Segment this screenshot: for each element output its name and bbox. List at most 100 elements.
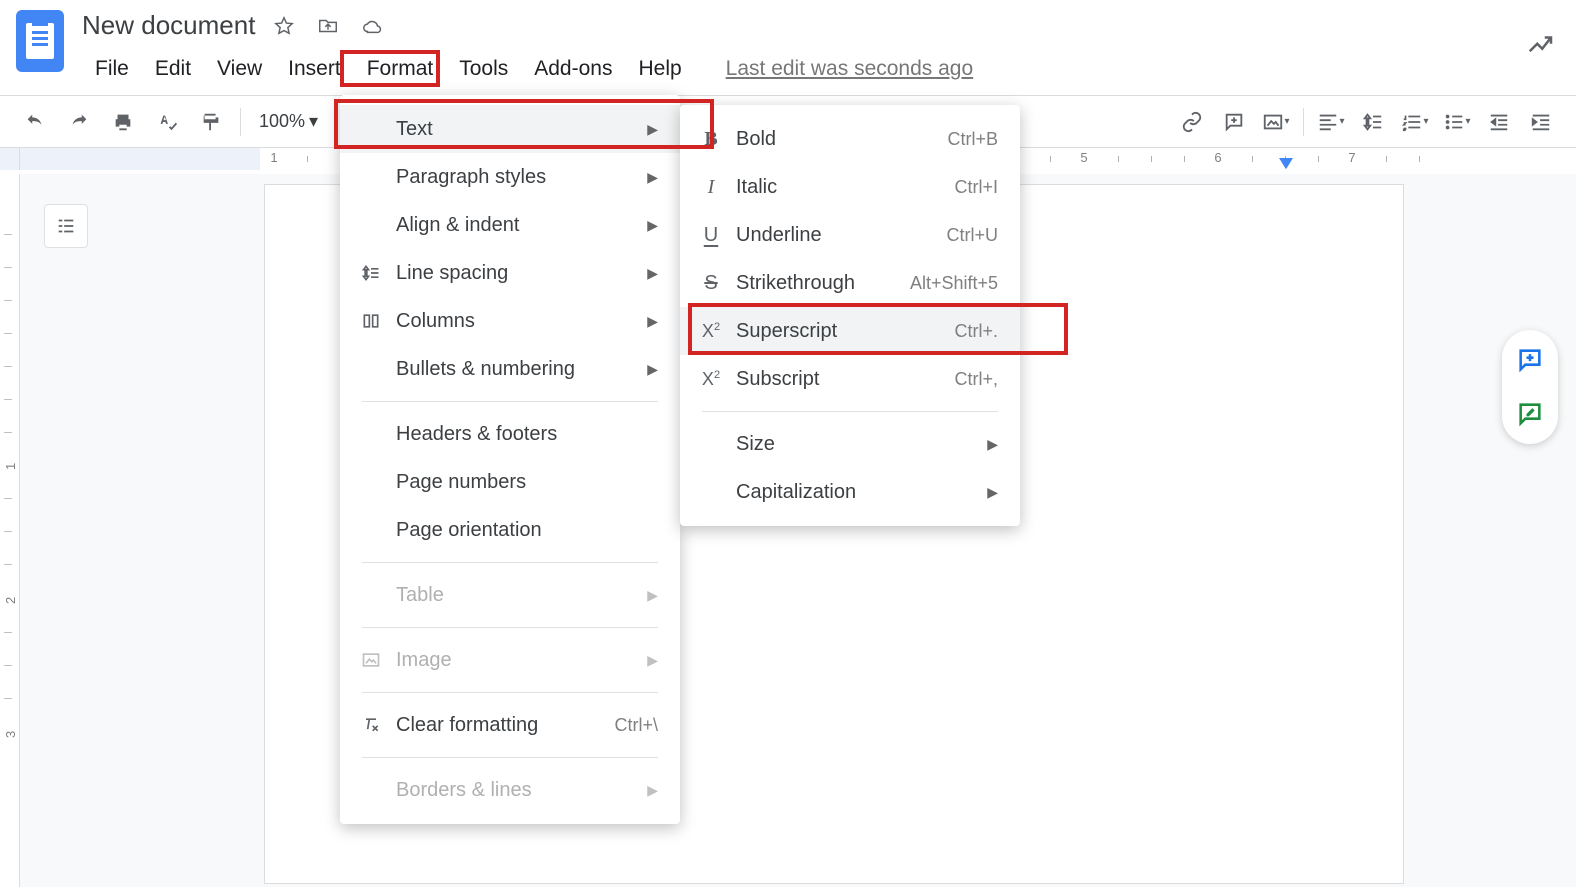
chevron-right-icon: ▶ <box>987 436 998 453</box>
format-text-item[interactable]: Text ▶ <box>340 105 680 153</box>
format-columns-item[interactable]: Columns ▶ <box>340 297 680 345</box>
menu-format[interactable]: Format <box>354 53 447 85</box>
zoom-select[interactable]: 100%▾ <box>253 111 324 132</box>
print-button[interactable] <box>106 105 140 139</box>
menu-label: Subscript <box>736 368 902 391</box>
format-borders-lines-item: Borders & lines ▶ <box>340 766 680 814</box>
italic-icon: I <box>698 176 724 199</box>
bold-icon: B <box>698 128 724 151</box>
line-spacing-button[interactable] <box>1356 105 1390 139</box>
text-superscript-item[interactable]: X2 Superscript Ctrl+. <box>680 307 1020 355</box>
increase-indent-button[interactable] <box>1524 105 1558 139</box>
menu-shortcut: Alt+Shift+5 <box>910 273 998 294</box>
menu-edit[interactable]: Edit <box>142 53 204 85</box>
star-icon[interactable] <box>273 15 295 37</box>
docs-logo[interactable] <box>16 10 64 72</box>
format-paragraph-styles-item[interactable]: Paragraph styles ▶ <box>340 153 680 201</box>
suggest-edits-fab[interactable] <box>1510 394 1550 434</box>
move-icon[interactable] <box>317 15 339 37</box>
menu-insert[interactable]: Insert <box>275 53 354 85</box>
menu-addons[interactable]: Add-ons <box>521 53 625 85</box>
app-header: New document File Edit View Insert Forma… <box>0 0 1576 85</box>
paint-format-button[interactable] <box>194 105 228 139</box>
menu-label: Strikethrough <box>736 272 858 295</box>
text-italic-item[interactable]: I Italic Ctrl+I <box>680 163 1020 211</box>
chevron-right-icon: ▶ <box>647 361 658 378</box>
menu-label: Text <box>396 118 615 141</box>
zoom-value: 100% <box>259 111 305 132</box>
text-submenu: B Bold Ctrl+B I Italic Ctrl+I U Underlin… <box>680 105 1020 526</box>
line-spacing-icon <box>358 263 384 283</box>
ruler-number: 5 <box>1080 150 1087 165</box>
menu-view[interactable]: View <box>204 53 275 85</box>
clear-format-icon <box>358 715 384 735</box>
menu-shortcut: Ctrl+U <box>946 225 998 246</box>
vertical-ruler[interactable]: 1 2 3 <box>0 174 20 887</box>
text-bold-item[interactable]: B Bold Ctrl+B <box>680 115 1020 163</box>
chevron-right-icon: ▶ <box>647 313 658 330</box>
undo-button[interactable] <box>18 105 52 139</box>
chevron-right-icon: ▶ <box>647 782 658 799</box>
vruler-number: 1 <box>3 463 18 470</box>
menu-label: Columns <box>396 310 615 333</box>
format-image-item: Image ▶ <box>340 636 680 684</box>
numbered-list-button[interactable]: ▾ <box>1398 105 1432 139</box>
format-page-orientation-item[interactable]: Page orientation <box>340 506 680 554</box>
subscript-icon: X2 <box>698 369 724 390</box>
format-clear-formatting-item[interactable]: Clear formatting Ctrl+\ <box>340 701 680 749</box>
menu-label: Align & indent <box>396 214 615 237</box>
activity-icon[interactable] <box>1526 30 1556 65</box>
text-subscript-item[interactable]: X2 Subscript Ctrl+, <box>680 355 1020 403</box>
document-title[interactable]: New document <box>82 10 255 41</box>
insert-comment-button[interactable] <box>1217 105 1251 139</box>
document-outline-button[interactable] <box>44 204 88 248</box>
chevron-right-icon: ▶ <box>647 121 658 138</box>
chevron-right-icon: ▶ <box>647 265 658 282</box>
text-strikethrough-item[interactable]: S Strikethrough Alt+Shift+5 <box>680 259 1020 307</box>
ruler-indent-marker[interactable] <box>1279 158 1293 175</box>
menu-label: Underline <box>736 224 894 247</box>
menu-label: Capitalization <box>736 481 955 504</box>
menu-tools[interactable]: Tools <box>446 53 521 85</box>
menu-file[interactable]: File <box>82 53 142 85</box>
text-underline-item[interactable]: U Underline Ctrl+U <box>680 211 1020 259</box>
menu-shortcut: Ctrl+, <box>954 369 998 390</box>
side-actions <box>1502 330 1558 444</box>
menu-shortcut: Ctrl+. <box>954 321 998 342</box>
menu-label: Clear formatting <box>396 714 562 737</box>
redo-button[interactable] <box>62 105 96 139</box>
text-size-item[interactable]: Size ▶ <box>680 420 1020 468</box>
format-line-spacing-item[interactable]: Line spacing ▶ <box>340 249 680 297</box>
menu-shortcut: Ctrl+B <box>947 129 998 150</box>
menu-label: Borders & lines <box>396 779 615 802</box>
spellcheck-button[interactable] <box>150 105 184 139</box>
menu-label: Superscript <box>736 320 902 343</box>
menu-label: Headers & footers <box>396 423 658 446</box>
format-align-indent-item[interactable]: Align & indent ▶ <box>340 201 680 249</box>
menu-label: Paragraph styles <box>396 166 615 189</box>
chevron-right-icon: ▶ <box>647 652 658 669</box>
menu-label: Bullets & numbering <box>396 358 615 381</box>
menu-shortcut: Ctrl+\ <box>614 715 658 736</box>
chevron-right-icon: ▶ <box>647 217 658 234</box>
columns-icon <box>358 311 384 331</box>
cloud-status-icon[interactable] <box>361 15 383 37</box>
last-edit-link[interactable]: Last edit was seconds ago <box>713 53 987 85</box>
insert-image-button[interactable]: ▾ <box>1259 105 1293 139</box>
format-page-numbers-item[interactable]: Page numbers <box>340 458 680 506</box>
insert-link-button[interactable] <box>1175 105 1209 139</box>
format-table-item: Table ▶ <box>340 571 680 619</box>
decrease-indent-button[interactable] <box>1482 105 1516 139</box>
menu-label: Bold <box>736 128 895 151</box>
align-button[interactable]: ▾ <box>1314 105 1348 139</box>
add-comment-fab[interactable] <box>1510 340 1550 380</box>
format-bullets-numbering-item[interactable]: Bullets & numbering ▶ <box>340 345 680 393</box>
menu-label: Page orientation <box>396 519 658 542</box>
menu-label: Line spacing <box>396 262 615 285</box>
ruler-number: 7 <box>1348 150 1355 165</box>
bulleted-list-button[interactable]: ▾ <box>1440 105 1474 139</box>
menu-help[interactable]: Help <box>625 53 694 85</box>
format-headers-footers-item[interactable]: Headers & footers <box>340 410 680 458</box>
text-capitalization-item[interactable]: Capitalization ▶ <box>680 468 1020 516</box>
ruler-number: 6 <box>1214 150 1221 165</box>
